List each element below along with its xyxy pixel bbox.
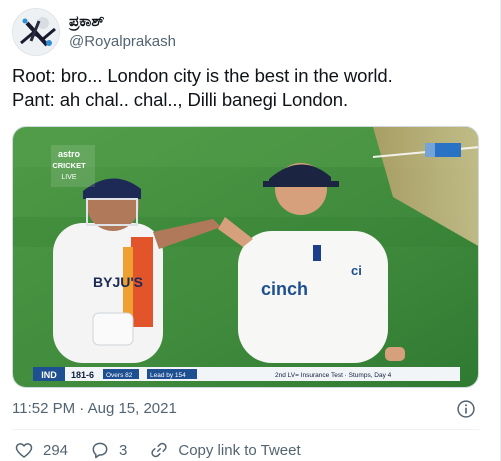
tweet-header: ಪ್ರಕಾಶ್ @Royalprakash xyxy=(12,8,176,56)
scorebar-lead: Lead by 154 xyxy=(150,372,186,379)
avatar[interactable] xyxy=(12,8,60,56)
right-jersey-sponsor: cinch xyxy=(261,279,308,299)
like-button[interactable]: 294 xyxy=(14,440,68,460)
scorebar-score: 181-6 xyxy=(71,370,94,380)
svg-text:astro: astro xyxy=(58,149,81,159)
right-sleeve-sponsor: ci xyxy=(351,263,362,278)
author-names: ಪ್ರಕಾಶ್ @Royalprakash xyxy=(69,12,176,52)
user-handle[interactable]: @Royalprakash xyxy=(69,32,176,52)
tweet-actions: 294 3 Copy link to Tweet xyxy=(14,439,323,461)
broadcaster-watermark: astro CRICKET LIVE xyxy=(51,145,95,187)
cricket-video-frame: BYJU'S cinch ci astro CRICKET LIVE IND 1… xyxy=(13,127,478,387)
svg-text:LIVE: LIVE xyxy=(61,174,77,181)
scorebar: IND 181-6 Overs 82 Lead by 154 2nd LV= I… xyxy=(33,367,460,381)
display-name[interactable]: ಪ್ರಕಾಶ್ xyxy=(69,12,176,32)
scorebar-overs: Overs 82 xyxy=(106,372,133,379)
tweet-timestamp[interactable]: 11:52 PM · Aug 15, 2021 xyxy=(12,399,177,419)
heart-icon xyxy=(15,443,33,458)
tweet-media[interactable]: BYJU'S cinch ci astro CRICKET LIVE IND 1… xyxy=(12,126,479,388)
scorebar-match: 2nd LV= Insurance Test · Stumps, Day 4 xyxy=(275,372,392,379)
reply-button[interactable]: 3 xyxy=(90,440,127,460)
svg-text:CRICKET: CRICKET xyxy=(52,161,86,170)
left-jersey-sponsor: BYJU'S xyxy=(93,274,143,290)
like-count: 294 xyxy=(43,441,69,459)
copy-link-button[interactable]: Copy link to Tweet xyxy=(149,440,301,460)
tweet-text-line: Pant: ah chal.. chal.., Dilli banegi Lon… xyxy=(12,89,349,110)
reply-icon xyxy=(92,442,108,459)
tweet-text: Root: bro... London city is the best in … xyxy=(12,64,482,112)
sky-cricket-logo xyxy=(425,143,461,157)
avatar-image xyxy=(13,9,59,55)
link-icon xyxy=(151,442,168,458)
info-icon[interactable] xyxy=(456,399,476,419)
divider xyxy=(12,429,479,430)
scorebar-team: IND xyxy=(41,370,57,380)
tweet-text-line: Root: bro... London city is the best in … xyxy=(12,65,393,86)
reply-count: 3 xyxy=(119,441,128,459)
copy-link-label: Copy link to Tweet xyxy=(178,441,301,459)
